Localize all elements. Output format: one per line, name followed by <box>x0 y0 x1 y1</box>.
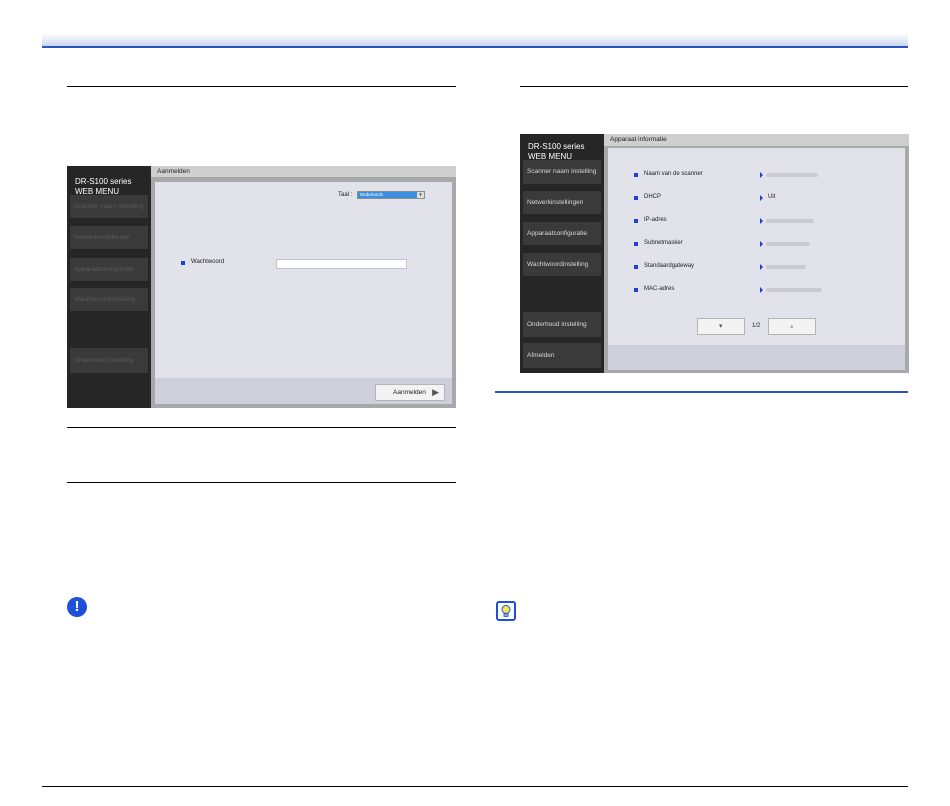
nav-maintenance[interactable]: Onderhoud instelling <box>70 348 148 373</box>
nav-logout[interactable]: Afmelden <box>523 343 601 368</box>
info-panel <box>608 148 905 345</box>
lightbulb-icon <box>496 601 516 621</box>
bullet-icon <box>634 265 638 269</box>
section-divider <box>67 86 456 87</box>
bullet-icon <box>634 196 638 200</box>
chevron-down-icon: ▾ <box>719 323 723 330</box>
login-panel <box>155 182 452 378</box>
chevron-up-icon: ▴ <box>790 323 794 330</box>
arrow-icon <box>760 287 763 293</box>
play-arrow-icon: ▶ <box>432 387 439 397</box>
arrow-icon <box>760 195 763 201</box>
redacted-value <box>766 173 818 177</box>
field-label: IP-adres <box>644 217 667 223</box>
login-screenshot: DR-S100 series WEB MENU Scanner naam ins… <box>67 166 456 408</box>
nav-network[interactable]: Netwerkinstellingen <box>523 191 601 214</box>
redacted-value <box>766 219 814 223</box>
bullet-icon <box>181 261 185 265</box>
page-title: Aanmelden <box>151 166 456 177</box>
login-button[interactable]: Aanmelden ▶ <box>375 384 445 401</box>
nav-scanner-name[interactable]: Scanner naam instelling <box>70 195 148 218</box>
section-rule <box>495 391 908 393</box>
redacted-value <box>766 242 810 246</box>
header-rule <box>42 46 908 48</box>
language-select[interactable]: Nederlands ▾ <box>357 191 425 199</box>
field-label: Subnetmasker <box>644 240 683 246</box>
section-divider <box>67 427 456 428</box>
bullet-icon <box>634 288 638 292</box>
exclamation-icon: ! <box>67 597 87 617</box>
sidebar: DR-S100 series WEB MENU Scanner naam ins… <box>67 166 151 408</box>
arrow-icon <box>760 172 763 178</box>
bullet-icon <box>634 242 638 246</box>
bullet-icon <box>634 219 638 223</box>
page-up-button[interactable]: ▴ <box>768 318 816 335</box>
section-divider <box>520 86 908 87</box>
nav-password[interactable]: Wachtwoordinstelling <box>523 253 601 276</box>
password-input[interactable] <box>276 259 407 269</box>
main-area: Apparaat informatie Naam van de scanner … <box>604 134 909 373</box>
section-divider <box>67 482 456 483</box>
field-label: Naam van de scanner <box>644 171 703 177</box>
redacted-value <box>766 288 822 292</box>
sidebar: DR-S100 series WEB MENU Scanner naam ins… <box>520 134 604 373</box>
nav-maintenance[interactable]: Onderhoud instelling <box>523 312 601 337</box>
nav-device-config[interactable]: Apparaatconfiguratie <box>523 222 601 245</box>
nav-network[interactable]: Netwerkinstellingen <box>70 226 148 249</box>
nav-password[interactable]: Wachtwoordinstelling <box>70 288 148 311</box>
brand-title: DR-S100 series WEB MENU <box>75 177 132 196</box>
page-title: Apparaat informatie <box>604 134 909 146</box>
bullet-icon <box>634 173 638 177</box>
chevron-down-icon: ▾ <box>417 192 424 198</box>
footer-rule <box>42 786 908 787</box>
field-label: Standaardgateway <box>644 263 695 269</box>
arrow-icon <box>760 218 763 224</box>
field-label: MAC-adres <box>644 286 675 292</box>
field-label: DHCP <box>644 194 662 200</box>
arrow-icon <box>760 241 763 247</box>
password-label: Wachtwoord <box>191 259 225 265</box>
device-info-screenshot: DR-S100 series WEB MENU Scanner naam ins… <box>520 134 909 373</box>
field-value: Uit <box>768 194 776 200</box>
main-area: Aanmelden Taal : Nederlands ▾ Wachtwoord… <box>151 166 456 408</box>
nav-scanner-name[interactable]: Scanner naam instelling <box>523 160 601 184</box>
header-band <box>42 33 908 47</box>
brand-title: DR-S100 series WEB MENU <box>528 142 585 161</box>
arrow-icon <box>760 264 763 270</box>
language-label: Taal : <box>338 192 353 198</box>
page-indicator: 1/2 <box>752 323 761 329</box>
nav-device-config[interactable]: Apparaatconfiguratie <box>70 258 148 281</box>
page-down-button[interactable]: ▾ <box>697 318 745 335</box>
redacted-value <box>766 265 806 269</box>
footer-bar <box>608 345 905 370</box>
